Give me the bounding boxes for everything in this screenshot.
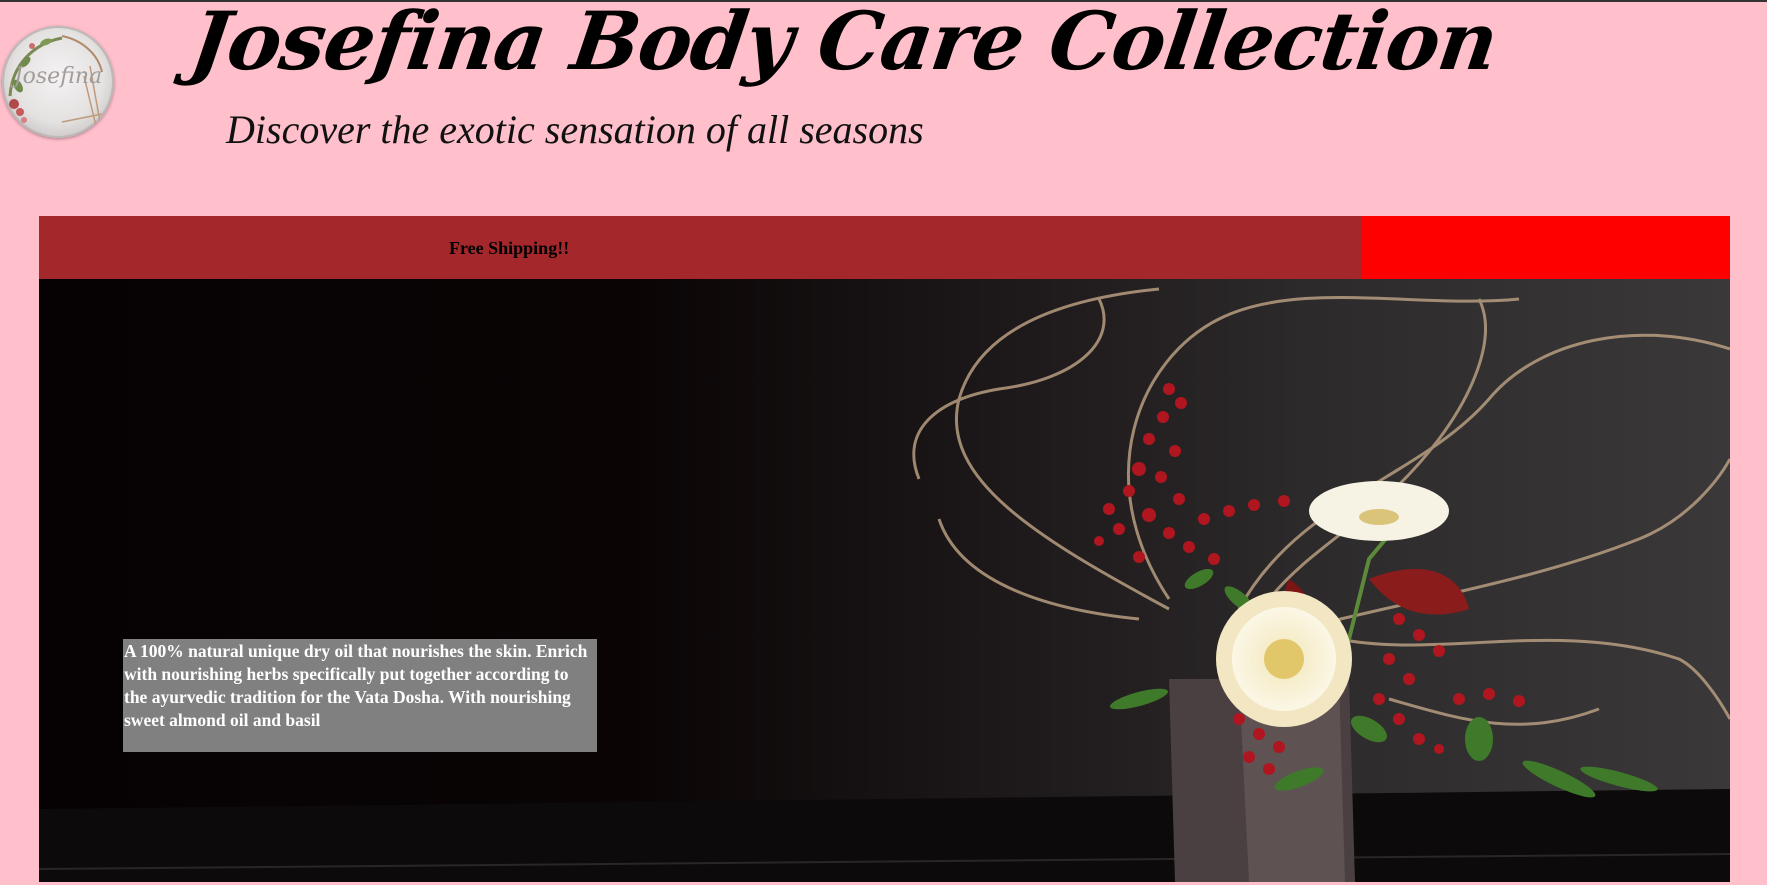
hero-banner (39, 279, 1730, 882)
promo-accent-block (1361, 216, 1730, 279)
logo[interactable]: Josefina (2, 26, 114, 138)
promo-bar: Free Shipping!! (39, 216, 1361, 279)
site-title: Josefina Body Care Collection (185, 0, 1503, 88)
flower-arrangement-image (39, 287, 1730, 882)
logo-text: Josefina (13, 64, 103, 89)
product-description: A 100% natural unique dry oil that nouri… (123, 639, 597, 752)
free-shipping-text: Free Shipping!! (449, 238, 570, 258)
tagline: Discover the exotic sensation of all sea… (226, 107, 924, 152)
